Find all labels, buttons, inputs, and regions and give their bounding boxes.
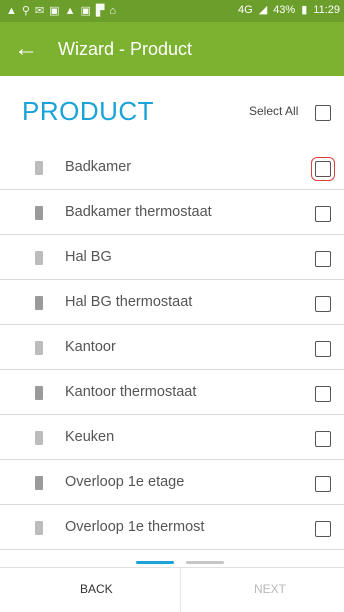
gallery-icon: ▣ xyxy=(49,5,60,17)
device-icon xyxy=(35,341,43,355)
list-item-label: Kantoor xyxy=(65,339,116,355)
device-icon xyxy=(35,476,43,490)
device-icon xyxy=(35,521,43,535)
item-checkbox[interactable] xyxy=(315,206,331,222)
list-item[interactable]: Badkamer xyxy=(0,147,344,190)
device-icon xyxy=(35,296,43,310)
list-item-label: Hal BG thermostaat xyxy=(65,294,193,310)
network-type: 4G xyxy=(238,3,253,16)
device-icon xyxy=(35,431,43,445)
item-checkbox[interactable] xyxy=(315,431,331,447)
list-item-label: Overloop 1e etage xyxy=(65,474,185,490)
device-icon xyxy=(35,386,43,400)
item-checkbox[interactable] xyxy=(315,521,331,537)
list-item[interactable]: Badkamer thermostaat xyxy=(0,192,344,235)
next-button[interactable]: NEXT xyxy=(254,582,286,596)
media-icon: ▣ xyxy=(80,5,91,17)
select-all-label[interactable]: Select All xyxy=(249,104,298,118)
android-icon: ⌂ xyxy=(109,5,116,17)
warning-icon: ▲ xyxy=(6,5,17,17)
flag-icon: ▛ xyxy=(95,5,105,17)
list-item-label: Kantoor thermostaat xyxy=(65,384,197,400)
item-checkbox[interactable] xyxy=(315,251,331,267)
signal-icon: ◢ xyxy=(258,4,268,16)
list-item[interactable]: Kantoor thermostaat xyxy=(0,372,344,415)
page-indicator xyxy=(186,561,224,564)
notification-icons: ▲ ⚲ ✉ ▣ ▲ ▣ ▛ ⌂ xyxy=(6,3,116,19)
list-item-label: Badkamer xyxy=(65,159,132,175)
app-bar-title: Wizard - Product xyxy=(58,39,193,59)
list-item[interactable]: Keuken xyxy=(0,417,344,460)
list-item[interactable]: Hal BG xyxy=(0,237,344,280)
page-indicator-active xyxy=(136,561,174,564)
wifi-icon: ⚲ xyxy=(21,5,30,17)
list-item-label: Badkamer thermostaat xyxy=(65,204,212,220)
item-checkbox[interactable] xyxy=(315,476,331,492)
list-item-label: Overloop 1e thermost xyxy=(65,519,205,535)
clock: 11:29 xyxy=(313,3,340,16)
device-icon xyxy=(35,206,43,220)
list-item[interactable]: Overloop 1e thermost xyxy=(0,507,344,550)
section-title: PRODUCT xyxy=(22,96,155,126)
list-item[interactable]: Kantoor xyxy=(0,327,344,370)
item-checkbox[interactable] xyxy=(315,296,331,312)
select-all-checkbox[interactable] xyxy=(315,105,331,121)
battery-percent: 43% xyxy=(273,3,296,16)
item-checkbox[interactable] xyxy=(315,341,331,357)
list-item-label: Keuken xyxy=(65,429,115,445)
mail-icon: ✉ xyxy=(34,5,45,17)
divider xyxy=(180,568,181,612)
item-checkbox[interactable] xyxy=(315,386,331,402)
back-button[interactable]: BACK xyxy=(80,582,113,596)
status-bar: ▲ ⚲ ✉ ▣ ▲ ▣ ▛ ⌂ 4G ◢ 43% ▮ 11:29 xyxy=(0,0,344,22)
item-checkbox[interactable] xyxy=(311,157,335,181)
app-bar: ← Wizard - Product xyxy=(0,22,344,76)
back-arrow-icon[interactable]: ← xyxy=(14,34,38,64)
battery-icon: ▮ xyxy=(301,4,308,16)
list-item[interactable]: Overloop 1e etage xyxy=(0,462,344,505)
device-icon xyxy=(35,161,43,175)
status-right: 4G ◢ 43% ▮ 11:29 xyxy=(238,3,340,17)
bottom-navigation: BACK NEXT xyxy=(0,567,344,612)
list-item-label: Hal BG xyxy=(65,249,112,265)
device-icon xyxy=(35,251,43,265)
list-item[interactable]: Hal BG thermostaat xyxy=(0,282,344,325)
warning-icon: ▲ xyxy=(64,5,76,17)
